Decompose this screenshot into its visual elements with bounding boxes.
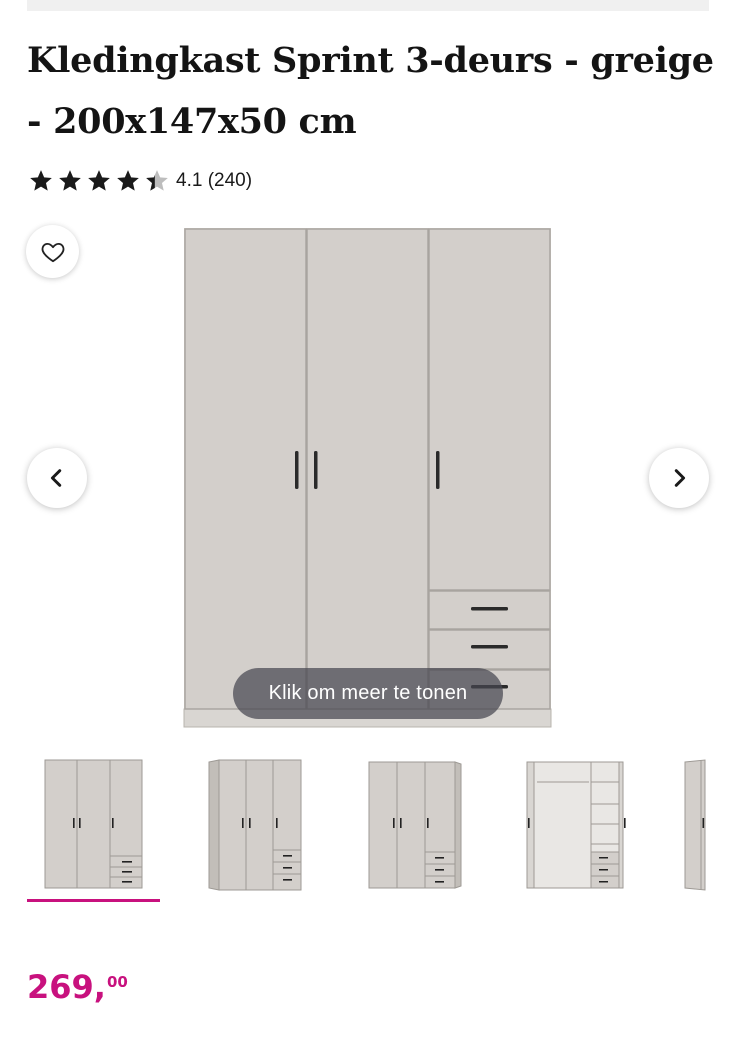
thumbnail-active-indicator [27,899,160,902]
star-partial-icon [146,170,168,191]
thumbnail-strip [27,752,709,907]
gallery-next-button[interactable] [649,448,709,508]
top-divider [27,0,709,11]
price-cents: 00 [106,973,128,991]
show-more-overlay[interactable]: Klik om meer te tonen [233,668,503,719]
product-rating[interactable]: 4.1 (240) [28,166,252,196]
thumbnail-side-view[interactable] [683,752,709,902]
thumbnail-front-view[interactable] [27,752,160,902]
star-icon [88,170,110,191]
product-title: Kledingkast Sprint 3-deurs - greige - 20… [27,40,714,142]
thumbnail-open-view[interactable] [523,752,656,902]
favorite-button[interactable] [26,225,79,278]
chevron-left-icon [50,469,62,487]
chevron-right-icon [674,469,686,487]
price-main: 269, [27,968,106,1006]
heart-outline-icon [41,242,64,262]
gallery-prev-button[interactable] [27,448,87,508]
thumbnail-angled-view-2[interactable] [363,752,496,902]
star-icon [59,170,81,191]
main-product-image[interactable] [180,225,556,734]
rating-text[interactable]: 4.1 (240) [176,170,252,192]
product-price: 269, 00 [27,968,128,1006]
star-icon [117,170,139,191]
star-icon [30,170,52,191]
thumbnail-angled-view[interactable] [199,752,332,902]
